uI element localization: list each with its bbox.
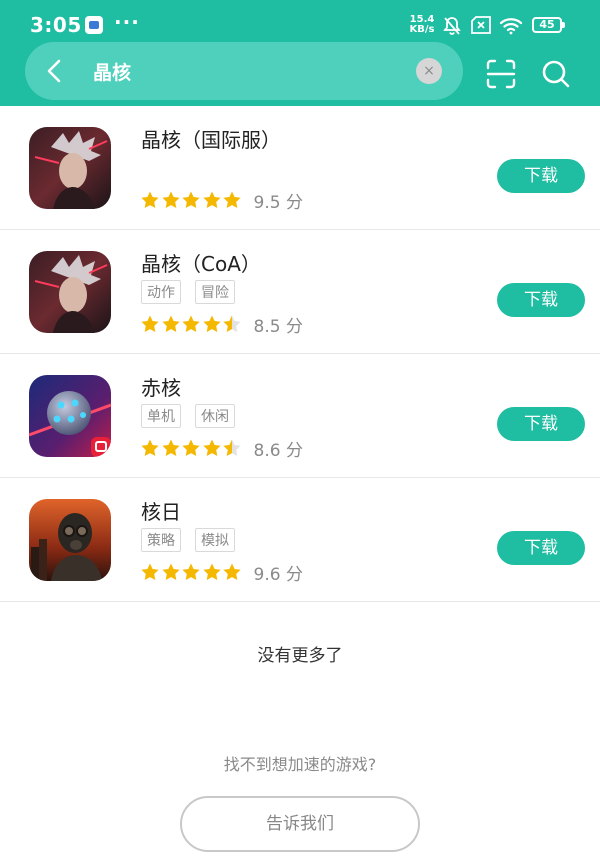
download-button[interactable]: 下载: [497, 531, 585, 565]
star-icon: [161, 439, 180, 456]
score-text: 8.5 分: [253, 316, 303, 337]
download-button[interactable]: 下载: [497, 159, 585, 193]
score-text: 8.6 分: [253, 440, 303, 461]
list-item[interactable]: 晶核（CoA） 动作 冒险 8.5 分 下载: [0, 230, 600, 354]
tag-list: 单机 休闲: [141, 404, 249, 430]
rating: 8.5 分: [140, 313, 303, 337]
back-arrow-icon[interactable]: [40, 56, 70, 86]
star-icon: [141, 563, 159, 580]
wifi-icon: [499, 18, 523, 35]
network-speed-unit: KB/s: [409, 24, 435, 35]
tag-list: 策略 模拟: [141, 528, 249, 554]
app-header: 3:05 ··· 15.4 KB/s 45 晶核 ×: [0, 0, 600, 106]
star-icon: [141, 191, 159, 208]
app-name: 晶核（CoA）: [141, 252, 261, 276]
score-text: 9.5 分: [253, 192, 303, 213]
star-icon: [223, 315, 241, 332]
app-name: 赤核: [141, 376, 181, 400]
download-button[interactable]: 下载: [497, 283, 585, 317]
star-icon: [182, 439, 200, 456]
star-icon: [141, 439, 159, 456]
star-icon: [161, 315, 180, 332]
star-icon: [141, 315, 159, 332]
rating: 9.5 分: [140, 189, 303, 213]
star-icon: [202, 315, 221, 332]
star-icon: [202, 563, 221, 580]
star-icon: [202, 191, 221, 208]
star-icon: [161, 191, 180, 208]
search-input[interactable]: 晶核: [93, 58, 131, 85]
list-item[interactable]: 赤核 单机 休闲 8.6 分 下载: [0, 354, 600, 478]
tell-us-button[interactable]: 告诉我们: [180, 796, 420, 852]
list-item[interactable]: 核日 策略 模拟 9.6 分 下载: [0, 478, 600, 602]
end-of-list-text: 没有更多了: [257, 646, 343, 666]
star-icon: [182, 563, 200, 580]
tag: 单机: [141, 404, 181, 428]
scan-icon[interactable]: [485, 58, 517, 90]
star-icon: [202, 439, 221, 456]
more-notifications-icon: ···: [114, 10, 140, 34]
star-icon: [223, 563, 241, 580]
sim-none-icon: [471, 16, 491, 34]
search-bar[interactable]: 晶核 ×: [25, 42, 463, 100]
rating: 9.6 分: [140, 561, 303, 585]
tag-list: 动作 冒险: [141, 280, 249, 306]
crystal-core-icon: [29, 251, 111, 333]
download-button[interactable]: 下载: [497, 407, 585, 441]
app-name: 晶核（国际服）: [141, 128, 281, 152]
tag: 冒险: [195, 280, 235, 304]
status-time: 3:05: [30, 13, 82, 37]
star-icon: [182, 191, 200, 208]
search-icon[interactable]: [540, 58, 572, 90]
network-speed: 15.4 KB/s: [408, 15, 436, 35]
red-core-icon: [29, 375, 111, 457]
tag: 模拟: [195, 528, 235, 552]
battery-indicator: 45: [532, 17, 565, 33]
tag: 休闲: [195, 404, 235, 428]
nuclear-day-icon: [29, 499, 111, 581]
star-icon: [223, 439, 241, 456]
clear-search-icon[interactable]: ×: [416, 58, 442, 84]
star-icon: [182, 315, 200, 332]
crystal-core-icon: [29, 127, 111, 209]
status-bar: 3:05 ··· 15.4 KB/s 45: [0, 0, 600, 40]
app-name: 核日: [141, 500, 181, 524]
rating: 8.6 分: [140, 437, 303, 461]
star-icon: [161, 563, 180, 580]
star-icon: [223, 191, 241, 208]
list-item[interactable]: 晶核（国际服） 9.5 分 下载: [0, 106, 600, 230]
cant-find-prompt: 找不到想加速的游戏?: [223, 755, 377, 774]
score-text: 9.6 分: [253, 564, 303, 585]
mute-bell-icon: [443, 17, 461, 35]
app-notification-icon: [85, 16, 103, 34]
tag: 策略: [141, 528, 181, 552]
tag: 动作: [141, 280, 181, 304]
